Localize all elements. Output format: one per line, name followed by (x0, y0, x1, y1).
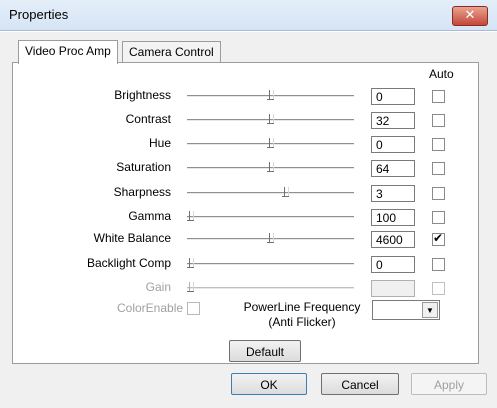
saturation-value-field[interactable]: 64 (371, 160, 415, 177)
close-icon: ✕ (464, 8, 476, 23)
contrast-auto-checkbox[interactable] (432, 114, 445, 127)
backlight-comp-label: Backlight Comp (86, 256, 171, 270)
backlight-comp-slider[interactable] (187, 263, 354, 265)
sharpness-slider[interactable] (187, 192, 354, 194)
tab-camera-control[interactable]: Camera Control (122, 41, 221, 63)
white-balance-auto-checkbox[interactable]: ✔ (432, 231, 445, 246)
gamma-value-field[interactable]: 100 (371, 209, 415, 226)
gain-slider (187, 287, 354, 289)
cancel-button[interactable]: Cancel (321, 373, 399, 395)
saturation-slider-thumb[interactable] (266, 162, 274, 172)
brightness-auto-checkbox[interactable] (432, 90, 445, 103)
backlight-comp-auto-checkbox[interactable] (432, 258, 445, 271)
hue-slider-thumb[interactable] (266, 138, 274, 148)
saturation-label: Saturation (116, 160, 171, 174)
gamma-auto-checkbox[interactable] (432, 211, 445, 224)
backlight-comp-value-field[interactable]: 0 (371, 256, 415, 273)
tab-video-proc-amp[interactable]: Video Proc Amp (18, 40, 118, 64)
gamma-slider-thumb[interactable] (187, 211, 194, 221)
brightness-label: Brightness (114, 88, 171, 102)
chevron-down-icon[interactable]: ▼ (422, 302, 438, 318)
apply-button: Apply (411, 373, 487, 395)
saturation-auto-checkbox[interactable] (432, 162, 445, 175)
checkmark-icon: ✔ (433, 231, 444, 245)
gamma-slider[interactable] (187, 216, 354, 218)
gamma-label: Gamma (128, 209, 171, 223)
white-balance-slider-thumb[interactable] (266, 233, 274, 243)
brightness-slider-thumb[interactable] (266, 90, 274, 100)
backlight-comp-slider-thumb[interactable] (187, 258, 194, 268)
sharpness-slider-thumb[interactable] (282, 187, 290, 197)
hue-value-field[interactable]: 0 (371, 136, 415, 153)
close-button[interactable]: ✕ (452, 6, 488, 26)
gain-label: Gain (145, 280, 171, 294)
color-enable-label: ColorEnable (117, 301, 184, 315)
white-balance-value-field[interactable]: 4600 (371, 231, 415, 248)
white-balance-label: White Balance (93, 231, 171, 245)
window-title: Properties (9, 7, 69, 22)
contrast-slider-thumb[interactable] (266, 114, 274, 124)
gain-slider-thumb (187, 282, 194, 292)
sharpness-auto-checkbox[interactable] (432, 187, 445, 200)
hue-auto-checkbox[interactable] (432, 138, 445, 151)
brightness-value-field[interactable]: 0 (371, 88, 415, 105)
contrast-value-field[interactable]: 32 (371, 112, 415, 129)
ok-button[interactable]: OK (231, 373, 307, 395)
title-bar: Properties ✕ (0, 0, 497, 31)
hue-label: Hue (148, 136, 171, 150)
sharpness-label: Sharpness (113, 185, 171, 199)
sharpness-value-field[interactable]: 3 (371, 185, 415, 202)
gain-auto-checkbox (432, 282, 445, 295)
gain-value-field (371, 280, 415, 297)
powerline-frequency-label: PowerLine Frequency (Anti Flicker) (236, 300, 368, 330)
default-button[interactable]: Default (229, 340, 301, 362)
contrast-label: Contrast (125, 112, 171, 126)
powerline-label-line2: (Anti Flicker) (268, 315, 336, 329)
powerline-frequency-select[interactable]: ▼ (372, 300, 440, 320)
color-enable-checkbox (187, 302, 200, 315)
auto-column-header: Auto (429, 67, 454, 81)
powerline-label-line1: PowerLine Frequency (243, 300, 361, 314)
